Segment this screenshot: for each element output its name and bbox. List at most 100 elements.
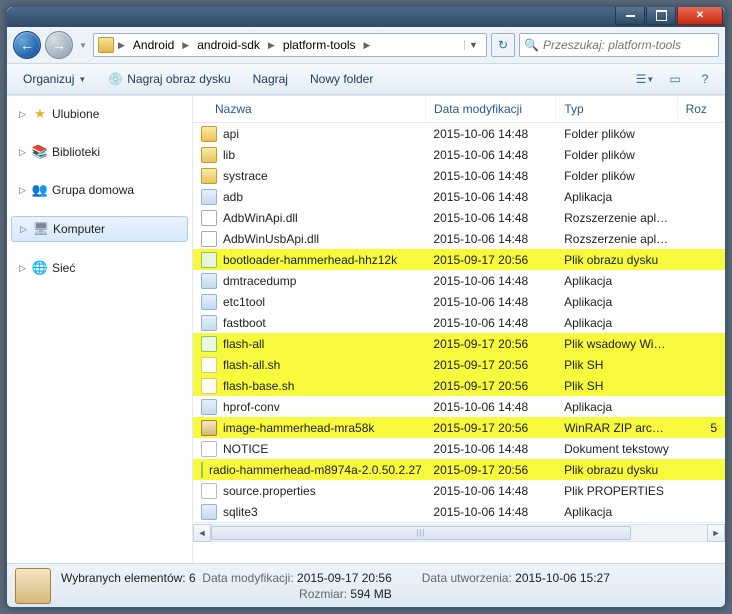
file-icon xyxy=(201,126,217,142)
file-type: Plik wsadowy Win... xyxy=(556,337,677,351)
tree-network[interactable]: ▷🌐Sieć xyxy=(7,256,192,280)
crumb-platformtools[interactable]: platform-tools xyxy=(279,36,360,54)
file-type: Aplikacja xyxy=(556,316,677,330)
search-box[interactable]: 🔍 xyxy=(519,33,719,57)
refresh-button[interactable]: ↻ xyxy=(491,33,515,57)
file-name: flash-all xyxy=(223,337,264,351)
file-date: 2015-09-17 20:56 xyxy=(425,358,556,372)
crumb-android[interactable]: Android xyxy=(129,36,178,54)
file-row[interactable]: flash-base.sh2015-09-17 20:56Plik SH xyxy=(193,375,725,396)
col-date[interactable]: Data modyfikacji xyxy=(426,96,556,122)
col-size[interactable]: Roz xyxy=(678,96,725,122)
file-type: Aplikacja xyxy=(556,190,677,204)
scroll-track[interactable]: ||| xyxy=(211,524,707,542)
file-date: 2015-10-06 14:48 xyxy=(425,211,556,225)
file-row[interactable]: flash-all.sh2015-09-17 20:56Plik SH xyxy=(193,354,725,375)
back-button[interactable]: ← xyxy=(13,31,41,59)
col-type[interactable]: Typ xyxy=(556,96,677,122)
status-bar: Wybranych elementów: 6 Data modyfikacji:… xyxy=(7,563,725,607)
preview-pane-button[interactable]: ▭ xyxy=(663,69,687,89)
file-row[interactable]: sqlite32015-10-06 14:48Aplikacja xyxy=(193,501,725,522)
tree-libraries[interactable]: ▷📚Biblioteki xyxy=(7,140,192,164)
file-type: Aplikacja xyxy=(556,400,677,414)
file-icon xyxy=(201,378,217,394)
file-icon xyxy=(201,336,217,352)
minimize-button[interactable] xyxy=(615,7,645,25)
navigation-tree[interactable]: ▷★Ulubione ▷📚Biblioteki ▷👥Grupa domowa ▷… xyxy=(7,96,193,563)
file-row[interactable]: adb2015-10-06 14:48Aplikacja xyxy=(193,186,725,207)
chevron-right-icon[interactable]: ▶ xyxy=(180,40,191,51)
file-icon xyxy=(201,357,217,373)
maximize-button[interactable] xyxy=(646,7,676,25)
forward-button[interactable]: → xyxy=(45,31,73,59)
file-row[interactable]: lib2015-10-06 14:48Folder plików xyxy=(193,144,725,165)
horizontal-scrollbar[interactable]: ◄ ||| ► xyxy=(193,522,725,542)
file-icon xyxy=(201,168,217,184)
file-row[interactable]: image-hammerhead-mra58k2015-09-17 20:56W… xyxy=(193,417,725,438)
burn-image-button[interactable]: 💿Nagraj obraz dysku xyxy=(100,68,238,90)
file-date: 2015-10-06 14:48 xyxy=(425,295,556,309)
scroll-thumb[interactable]: ||| xyxy=(211,526,631,540)
new-folder-button[interactable]: Nowy folder xyxy=(302,68,381,90)
file-type: Aplikacja xyxy=(556,274,677,288)
file-row[interactable]: source.properties2015-10-06 14:48Plik PR… xyxy=(193,480,725,501)
chevron-right-icon[interactable]: ▶ xyxy=(362,40,373,51)
tree-homegroup[interactable]: ▷👥Grupa domowa xyxy=(7,178,192,202)
scroll-right-button[interactable]: ► xyxy=(707,524,725,542)
file-type: Aplikacja xyxy=(556,505,677,519)
address-bar-row: ← → ▼ ▶ Android ▶ android-sdk ▶ platform… xyxy=(7,27,725,63)
file-row[interactable]: dmtracedump2015-10-06 14:48Aplikacja xyxy=(193,270,725,291)
breadcrumb-bar[interactable]: ▶ Android ▶ android-sdk ▶ platform-tools… xyxy=(93,33,487,57)
file-row[interactable]: etc1tool2015-10-06 14:48Aplikacja xyxy=(193,291,725,312)
file-row[interactable]: NOTICE2015-10-06 14:48Dokument tekstowy xyxy=(193,438,725,459)
chevron-right-icon[interactable]: ▶ xyxy=(266,40,277,51)
col-name[interactable]: Nazwa xyxy=(193,96,426,122)
nav-history-dropdown[interactable]: ▼ xyxy=(77,35,89,55)
title-bar[interactable] xyxy=(7,7,725,27)
file-row[interactable]: hprof-conv2015-10-06 14:48Aplikacja xyxy=(193,396,725,417)
file-icon xyxy=(201,273,217,289)
file-type: Folder plików xyxy=(556,127,677,141)
file-icon xyxy=(201,420,217,436)
file-name: bootloader-hammerhead-hhz12k xyxy=(223,253,397,267)
file-row[interactable]: flash-all2015-09-17 20:56Plik wsadowy Wi… xyxy=(193,333,725,354)
burn-button[interactable]: Nagraj xyxy=(245,68,296,90)
file-date: 2015-10-06 14:48 xyxy=(425,127,556,141)
tree-favorites[interactable]: ▷★Ulubione xyxy=(7,102,192,126)
address-dropdown[interactable]: ▼ xyxy=(464,40,482,50)
file-row[interactable]: fastboot2015-10-06 14:48Aplikacja xyxy=(193,312,725,333)
tree-computer[interactable]: ▷🖥Komputer xyxy=(11,216,188,242)
file-name: flash-all.sh xyxy=(223,358,280,372)
file-row[interactable]: api2015-10-06 14:48Folder plików xyxy=(193,123,725,144)
crumb-sdk[interactable]: android-sdk xyxy=(193,36,264,54)
file-name: image-hammerhead-mra58k xyxy=(223,421,374,435)
file-type: Folder plików xyxy=(556,169,677,183)
file-type: WinRAR ZIP archive xyxy=(556,421,677,435)
search-input[interactable] xyxy=(543,38,714,52)
view-options-button[interactable]: ☰ ▼ xyxy=(633,69,657,89)
file-date: 2015-10-06 14:48 xyxy=(425,316,556,330)
search-icon: 🔍 xyxy=(524,38,539,52)
help-button[interactable]: ? xyxy=(693,69,717,89)
file-row[interactable]: radio-hammerhead-m8974a-2.0.50.2.272015-… xyxy=(193,459,725,480)
computer-icon: 🖥 xyxy=(33,221,49,237)
file-type: Rozszerzenie aplik... xyxy=(556,211,677,225)
file-row[interactable]: bootloader-hammerhead-hhz12k2015-09-17 2… xyxy=(193,249,725,270)
status-selection: Wybranych elementów: 6 xyxy=(61,571,196,585)
file-icon xyxy=(201,504,217,520)
scroll-left-button[interactable]: ◄ xyxy=(193,524,211,542)
file-row[interactable]: systrace2015-10-06 14:48Folder plików xyxy=(193,165,725,186)
file-type: Plik obrazu dysku xyxy=(556,253,677,267)
file-type: Plik obrazu dysku xyxy=(556,463,677,477)
star-icon: ★ xyxy=(32,106,48,122)
file-date: 2015-10-06 14:48 xyxy=(425,442,556,456)
close-button[interactable] xyxy=(677,7,723,25)
file-row[interactable]: AdbWinUsbApi.dll2015-10-06 14:48Rozszerz… xyxy=(193,228,725,249)
file-type: Plik PROPERTIES xyxy=(556,484,677,498)
chevron-right-icon[interactable]: ▶ xyxy=(116,40,127,51)
file-date: 2015-09-17 20:56 xyxy=(425,463,556,477)
organize-menu[interactable]: Organizuj▼ xyxy=(15,68,94,90)
file-size: 5 xyxy=(678,421,725,435)
file-row[interactable]: AdbWinApi.dll2015-10-06 14:48Rozszerzeni… xyxy=(193,207,725,228)
file-name: sqlite3 xyxy=(223,505,258,519)
